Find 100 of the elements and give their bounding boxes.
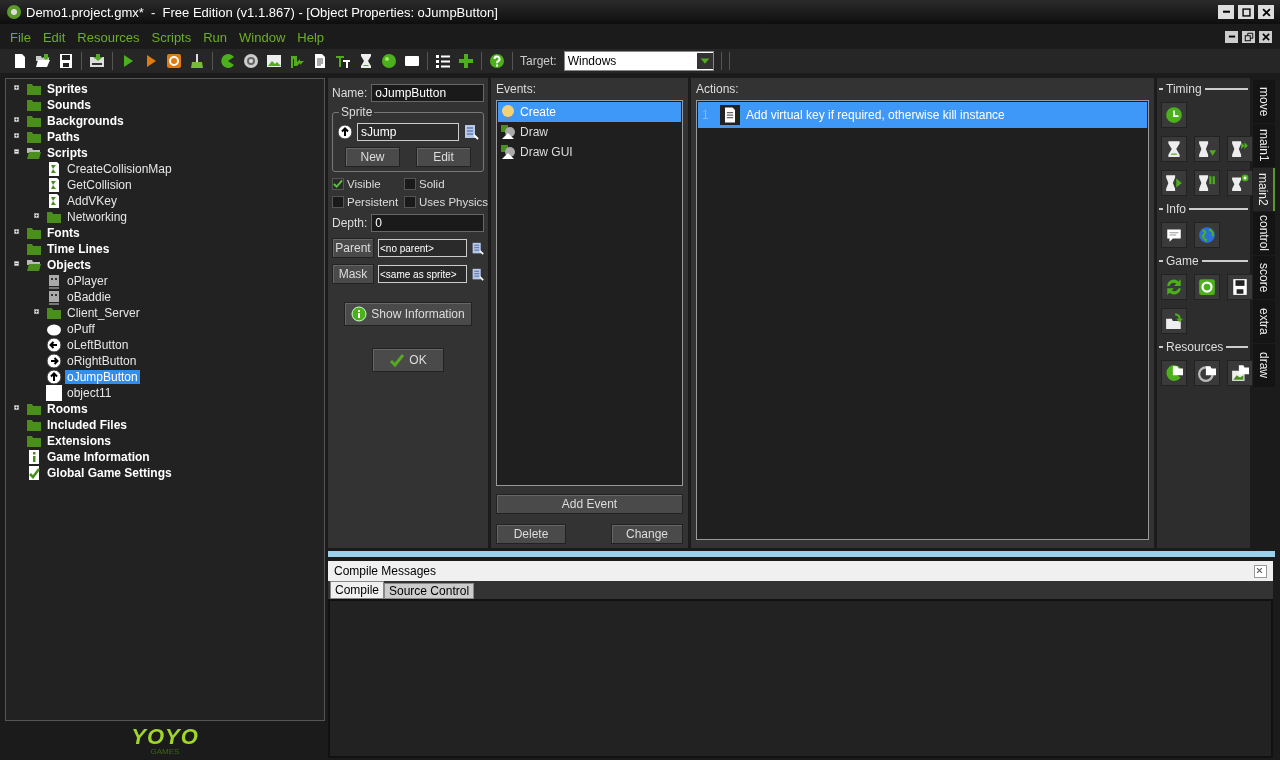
- tree-item[interactable]: oLeftButton: [65, 338, 131, 352]
- action-button[interactable]: [1194, 274, 1220, 300]
- tree-item[interactable]: Paths: [45, 130, 82, 144]
- help-icon[interactable]: [489, 53, 505, 69]
- change-button[interactable]: Change: [611, 524, 683, 544]
- save-icon[interactable]: [58, 53, 74, 69]
- tree-item[interactable]: Global Game Settings: [45, 466, 174, 480]
- action-button[interactable]: [1161, 360, 1187, 386]
- document-icon[interactable]: [312, 53, 328, 69]
- parent-button[interactable]: Parent: [332, 238, 374, 258]
- menu-item[interactable]: Scripts: [149, 29, 194, 45]
- menu-item[interactable]: Help: [295, 29, 327, 45]
- tree-item[interactable]: Sprites: [45, 82, 90, 96]
- delete-button[interactable]: Delete: [496, 524, 566, 544]
- path-arrow-icon[interactable]: [289, 53, 305, 69]
- tree-item[interactable]: oRightButton: [65, 354, 139, 368]
- tree-item[interactable]: AddVKey: [65, 194, 120, 208]
- ball-icon[interactable]: [381, 53, 397, 69]
- event-item[interactable]: Draw: [498, 122, 681, 142]
- rectangle-icon[interactable]: [404, 53, 420, 69]
- action-button[interactable]: [1161, 136, 1187, 162]
- ok-button[interactable]: OK: [372, 348, 444, 372]
- palette-tab[interactable]: control: [1253, 212, 1275, 255]
- action-button[interactable]: [1227, 274, 1253, 300]
- palette-tab[interactable]: draw: [1253, 344, 1275, 387]
- menu-item[interactable]: Window: [237, 29, 288, 45]
- action-button[interactable]: [1161, 222, 1187, 248]
- palette-tab[interactable]: extra: [1253, 300, 1275, 343]
- action-button[interactable]: [1161, 308, 1187, 334]
- tree-item[interactable]: Game Information: [45, 450, 152, 464]
- action-button[interactable]: [1227, 360, 1253, 386]
- palette-tab[interactable]: move: [1253, 80, 1275, 123]
- list-picker-icon[interactable]: [471, 241, 484, 255]
- tree-item[interactable]: object11: [65, 386, 114, 400]
- action-button[interactable]: [1227, 136, 1253, 162]
- tree-item[interactable]: Backgrounds: [45, 114, 126, 128]
- open-folder-icon[interactable]: [35, 53, 51, 69]
- tree-item[interactable]: Sounds: [45, 98, 93, 112]
- menu-item[interactable]: Resources: [75, 29, 142, 45]
- palette-tab[interactable]: main2: [1253, 168, 1275, 211]
- depth-field[interactable]: 0: [371, 214, 484, 232]
- tree-item[interactable]: Time Lines: [45, 242, 112, 256]
- mask-field[interactable]: <same as sprite>: [378, 265, 467, 283]
- pacman-icon[interactable]: [220, 53, 236, 69]
- hourglass-icon[interactable]: [358, 53, 374, 69]
- tree-item[interactable]: Rooms: [45, 402, 90, 416]
- close-button[interactable]: [1254, 564, 1267, 578]
- show-information-button[interactable]: Show Information: [344, 302, 472, 326]
- tree-item[interactable]: Client_Server: [65, 306, 142, 320]
- list-picker-icon[interactable]: [471, 267, 484, 281]
- export-icon[interactable]: [89, 53, 105, 69]
- event-item[interactable]: Draw GUI: [498, 142, 681, 162]
- maximize-button[interactable]: [1238, 5, 1254, 19]
- action-button[interactable]: [1161, 274, 1187, 300]
- close-button[interactable]: [1258, 5, 1274, 19]
- name-field[interactable]: oJumpButton: [371, 84, 484, 102]
- tree-item[interactable]: oBaddie: [65, 290, 114, 304]
- target-dropdown[interactable]: Windows: [563, 51, 714, 71]
- tree-item[interactable]: Objects: [45, 258, 93, 272]
- new-file-icon[interactable]: [12, 53, 28, 69]
- parent-field[interactable]: <no parent>: [378, 239, 467, 257]
- action-button[interactable]: [1194, 170, 1220, 196]
- tree-item[interactable]: oPuff: [65, 322, 97, 336]
- action-button[interactable]: [1227, 170, 1253, 196]
- edit-button[interactable]: Edit: [416, 147, 471, 167]
- action-button[interactable]: [1194, 136, 1220, 162]
- add-event-button[interactable]: Add Event: [496, 494, 683, 514]
- close-button[interactable]: [1259, 31, 1272, 43]
- minimize-button[interactable]: [1218, 5, 1234, 19]
- tab[interactable]: Source Control: [384, 583, 475, 599]
- list-picker-icon[interactable]: [463, 124, 479, 140]
- list-icon[interactable]: [435, 53, 451, 69]
- power-icon[interactable]: [166, 53, 182, 69]
- tree-item[interactable]: Fonts: [45, 226, 82, 240]
- broom-icon[interactable]: [189, 53, 205, 69]
- target-icon[interactable]: [243, 53, 259, 69]
- tree-item[interactable]: GetCollision: [65, 178, 134, 192]
- menu-item[interactable]: File: [8, 29, 33, 45]
- menu-item[interactable]: Edit: [40, 29, 68, 45]
- sprite-field[interactable]: sJump: [357, 123, 459, 141]
- image-icon[interactable]: [266, 53, 282, 69]
- action-button[interactable]: [1194, 222, 1220, 248]
- action-button[interactable]: [1161, 102, 1187, 128]
- tree-item[interactable]: CreateCollisionMap: [65, 162, 174, 176]
- action-button[interactable]: [1161, 170, 1187, 196]
- mask-button[interactable]: Mask: [332, 264, 374, 284]
- palette-tab[interactable]: main1: [1253, 124, 1275, 167]
- action-button[interactable]: [1194, 360, 1220, 386]
- tree-item[interactable]: Extensions: [45, 434, 114, 448]
- plus-icon[interactable]: [458, 53, 474, 69]
- palette-tab[interactable]: score: [1253, 256, 1275, 299]
- menu-item[interactable]: Run: [201, 29, 230, 45]
- new-button[interactable]: New: [345, 147, 400, 167]
- minimize-button[interactable]: [1225, 31, 1238, 43]
- font-icon[interactable]: [335, 53, 351, 69]
- tab[interactable]: Compile: [330, 581, 384, 599]
- tree-item[interactable]: oPlayer: [65, 274, 110, 288]
- tree-item[interactable]: Networking: [65, 210, 130, 224]
- tree-item[interactable]: Included Files: [45, 418, 129, 432]
- restore-button[interactable]: [1242, 31, 1255, 43]
